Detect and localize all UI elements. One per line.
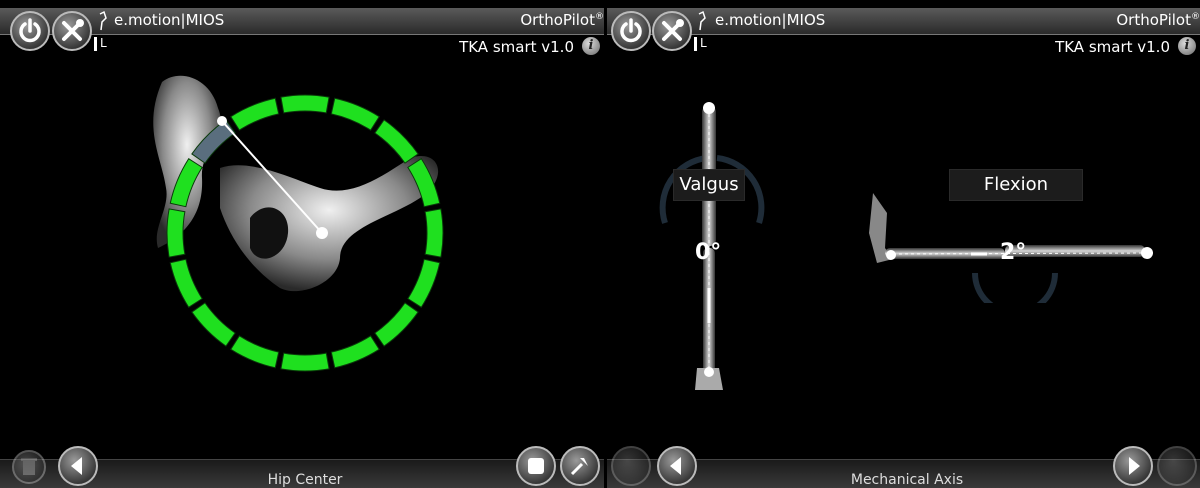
valgus-angle: 0° (695, 240, 722, 265)
ankle-dot (886, 250, 896, 260)
delete-button[interactable] (12, 450, 46, 484)
tools-button[interactable] (652, 11, 692, 51)
step-title: Hip Center (267, 472, 343, 488)
step-title: Mechanical Axis (850, 472, 964, 488)
info-icon[interactable]: i (1178, 37, 1196, 55)
tools-icon (662, 19, 684, 41)
hip-center-screen: L e.motion|MIOS OrthoPilot® TKA smart v1… (0, 8, 604, 488)
disabled-button-right (1157, 446, 1197, 486)
hip-dot (1141, 247, 1153, 259)
flexion-angle: 2° (1000, 240, 1027, 265)
power-icon (620, 18, 642, 43)
hip-center-dot (316, 227, 328, 239)
stop-button[interactable] (516, 446, 556, 486)
brand-name: OrthoPilot® (1116, 11, 1200, 29)
valgus-label: Valgus (673, 169, 745, 201)
forward-button[interactable] (1113, 446, 1153, 486)
stop-icon (528, 458, 544, 474)
back-icon (71, 457, 82, 475)
power-button[interactable] (611, 11, 651, 51)
trash-icon (21, 458, 37, 475)
flexion-label: Flexion (949, 169, 1083, 201)
disabled-button-left (611, 446, 651, 486)
side-indicator: L (694, 36, 707, 51)
mechanical-axis-screen: L e.motion|MIOS OrthoPilot® TKA smart v1… (607, 8, 1200, 488)
pointer-start-dot (217, 116, 227, 126)
leg-icon (698, 10, 706, 31)
version-label: TKA smart v1.0 (1055, 38, 1170, 56)
hip-dot (703, 102, 715, 114)
pointer-button[interactable] (560, 446, 600, 486)
pointer-icon (570, 458, 588, 476)
back-button[interactable] (657, 446, 697, 486)
ankle-dot (704, 367, 714, 377)
pointer-line (217, 116, 328, 239)
app-title: e.motion|MIOS (715, 11, 826, 29)
back-button[interactable] (58, 446, 98, 486)
forward-icon (1129, 457, 1140, 475)
back-icon (670, 457, 681, 475)
